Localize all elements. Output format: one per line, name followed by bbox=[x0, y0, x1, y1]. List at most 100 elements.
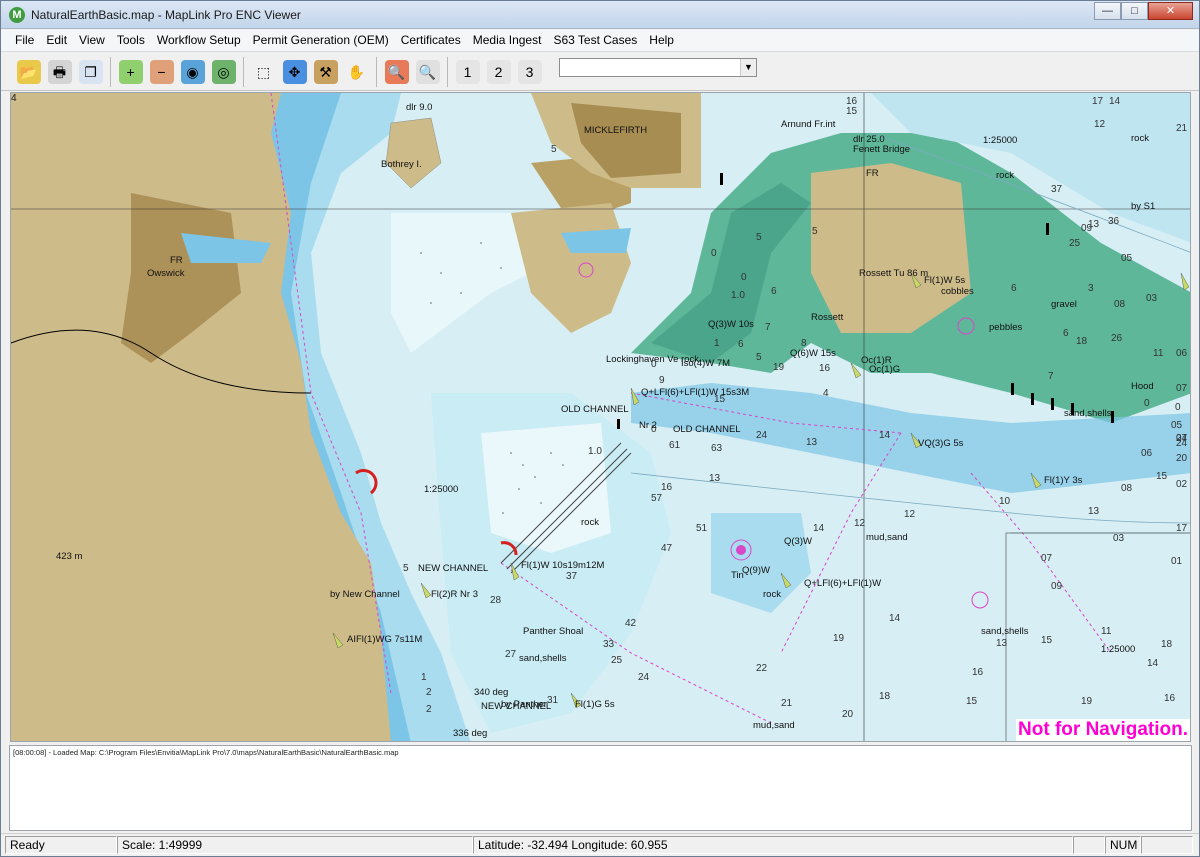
menu-help[interactable]: Help bbox=[643, 30, 680, 51]
chevron-down-icon[interactable]: ▼ bbox=[740, 59, 756, 76]
depth-sounding: 0 bbox=[711, 248, 717, 259]
map-canvas[interactable] bbox=[11, 93, 1191, 742]
depth-sounding: 6 bbox=[1063, 328, 1069, 339]
minimize-button[interactable]: — bbox=[1094, 2, 1121, 20]
depth-sounding: 20 bbox=[1176, 453, 1188, 464]
map-label: Fl(1)W 10s19m12M bbox=[521, 560, 605, 571]
depth-sounding: 15 bbox=[846, 106, 858, 117]
depth-sounding: 13 bbox=[996, 638, 1008, 649]
map-label: 340 deg bbox=[474, 687, 509, 698]
map-label: Fenett Bridge bbox=[853, 144, 911, 155]
depth-sounding: 02 bbox=[1176, 479, 1188, 490]
depth-sounding: 06 bbox=[1141, 448, 1153, 459]
depth-sounding: 16 bbox=[819, 363, 831, 374]
map-label: Iso(4)W 7M bbox=[681, 358, 731, 369]
map-label: rock bbox=[581, 517, 599, 528]
depth-sounding: 1.0 bbox=[588, 446, 602, 457]
depth-sounding: 19 bbox=[773, 362, 785, 373]
depth-sounding: 3 bbox=[1088, 283, 1094, 294]
map-label: Tin bbox=[731, 570, 744, 581]
app-logo-icon: M bbox=[9, 7, 25, 23]
query-button[interactable]: 🔍 bbox=[381, 56, 412, 87]
menu-s63-test-cases[interactable]: S63 Test Cases bbox=[547, 30, 643, 51]
map-label: Panther Shoal bbox=[523, 626, 584, 637]
globe-button[interactable]: ◉ bbox=[177, 56, 208, 87]
maximize-button[interactable]: □ bbox=[1121, 2, 1148, 20]
open-button[interactable]: 📂 bbox=[13, 56, 44, 87]
scale-1-icon: 1 bbox=[455, 59, 480, 84]
zoom-in-button[interactable]: + bbox=[115, 56, 146, 87]
map-label: FR bbox=[866, 168, 879, 179]
scale-2-icon: 2 bbox=[486, 59, 511, 84]
menu-view[interactable]: View bbox=[73, 30, 111, 51]
chart-map-view[interactable]: MICKLEFIRTH Arnund Fr.int Fenett Bridge dlr… bbox=[10, 92, 1191, 742]
map-label: MICKLEFIRTH bbox=[584, 125, 648, 136]
copy-icon: ❐ bbox=[78, 59, 103, 84]
depth-sounding: 11 bbox=[1101, 626, 1112, 637]
map-label: mud,sand bbox=[753, 720, 795, 731]
menu-media-ingest[interactable]: Media Ingest bbox=[467, 30, 548, 51]
measure-button[interactable]: ⚒ bbox=[310, 56, 341, 87]
depth-sounding: 15 bbox=[966, 696, 978, 707]
scale-2-button[interactable]: 2 bbox=[483, 56, 514, 87]
menu-file[interactable]: File bbox=[9, 30, 40, 51]
depth-sounding: 4 bbox=[11, 93, 17, 104]
copy-button[interactable]: ❐ bbox=[75, 56, 106, 87]
depth-sounding: 17 bbox=[1176, 523, 1188, 534]
map-label: sand,shells bbox=[1064, 408, 1112, 419]
zoom-out-button[interactable]: − bbox=[146, 56, 177, 87]
pan-button[interactable]: ✥ bbox=[279, 56, 310, 87]
depth-sounding: 9 bbox=[659, 375, 665, 386]
layer-combo[interactable]: ▼ bbox=[559, 58, 757, 77]
zoom-box-button[interactable]: ⬚ bbox=[248, 56, 279, 87]
map-label: 423 m bbox=[56, 551, 83, 562]
map-label: Rossett bbox=[811, 312, 844, 323]
scale-3-button[interactable]: 3 bbox=[514, 56, 545, 87]
globe-refresh-button[interactable]: ◎ bbox=[208, 56, 239, 87]
window-title: NaturalEarthBasic.map - MapLink Pro ENC … bbox=[31, 8, 301, 22]
depth-sounding: 36 bbox=[1108, 216, 1120, 227]
scale-1-button[interactable]: 1 bbox=[452, 56, 483, 87]
globe-refresh-icon: ◎ bbox=[211, 59, 236, 84]
menu-tools[interactable]: Tools bbox=[111, 30, 151, 51]
depth-sounding: 16 bbox=[1164, 693, 1176, 704]
map-label: gravel bbox=[1051, 299, 1077, 310]
toolbar-separator bbox=[376, 57, 377, 87]
map-label: sand,shells bbox=[981, 626, 1029, 637]
menu-certificates[interactable]: Certificates bbox=[395, 30, 467, 51]
scale-3-icon: 3 bbox=[517, 59, 542, 84]
map-label: Fl(1)G 5s bbox=[575, 699, 615, 710]
hand-button[interactable]: ✋ bbox=[341, 56, 372, 87]
depth-sounding: 1 bbox=[421, 672, 427, 683]
depth-sounding: 09 bbox=[1081, 223, 1093, 234]
depth-sounding: 07 bbox=[1176, 383, 1188, 394]
menu-workflow-setup[interactable]: Workflow Setup bbox=[151, 30, 247, 51]
print-button[interactable]: 🖶 bbox=[44, 56, 75, 87]
status-bar: Ready Scale: 1:49999 Latitude: -32.494 L… bbox=[1, 833, 1199, 856]
depth-sounding: 21 bbox=[781, 698, 793, 709]
depth-sounding: 5 bbox=[756, 232, 762, 243]
map-label: 1:25000 bbox=[983, 135, 1018, 146]
depth-sounding: 10 bbox=[999, 496, 1011, 507]
query-disabled-button[interactable]: 🔍 bbox=[412, 56, 443, 87]
depth-sounding: 22 bbox=[756, 663, 768, 674]
map-label: Arnund Fr.int bbox=[781, 119, 836, 130]
menu-permit-generation-oem[interactable]: Permit Generation (OEM) bbox=[247, 30, 395, 51]
map-label: 1:25000 bbox=[424, 484, 459, 495]
log-line: [08:00:08] - Loaded Map: C:\Program File… bbox=[13, 748, 399, 757]
depth-sounding: 15 bbox=[1156, 471, 1168, 482]
depth-sounding: 15 bbox=[714, 394, 726, 405]
depth-sounding: 18 bbox=[1076, 336, 1088, 347]
depth-sounding: 03 bbox=[1113, 533, 1125, 544]
status-ready: Ready bbox=[5, 836, 117, 854]
map-label: Owswick bbox=[147, 268, 185, 279]
menu-edit[interactable]: Edit bbox=[40, 30, 73, 51]
depth-sounding: 42 bbox=[625, 618, 637, 629]
map-label: Rossett Tu 86 m bbox=[859, 268, 929, 279]
log-panel[interactable]: [08:00:08] - Loaded Map: C:\Program File… bbox=[9, 745, 1192, 831]
map-label: Q(3)W 10s bbox=[708, 319, 754, 330]
depth-sounding: 28 bbox=[490, 595, 502, 606]
title-bar[interactable]: M NaturalEarthBasic.map - MapLink Pro EN… bbox=[1, 1, 1199, 29]
close-button[interactable]: ✕ bbox=[1148, 2, 1193, 20]
depth-sounding: 37 bbox=[566, 571, 578, 582]
